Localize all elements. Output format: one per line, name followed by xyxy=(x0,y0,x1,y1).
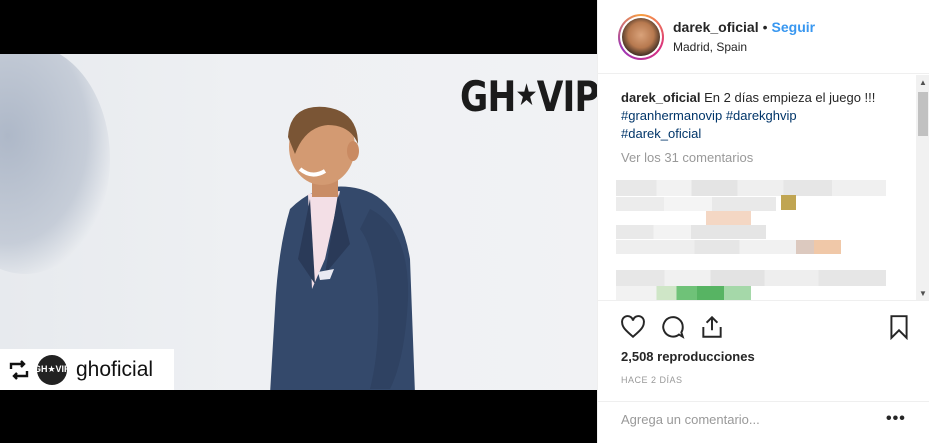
more-options-icon[interactable]: ••• xyxy=(886,410,906,428)
heart-icon[interactable] xyxy=(620,314,646,340)
comments-scrollbar[interactable]: ▲ ▼ xyxy=(916,75,929,300)
repost-avatar: GH★VIP xyxy=(34,354,70,385)
action-bar: 2,508 reproducciones HACE 2 DÍAS xyxy=(598,300,929,412)
hashtag-link[interactable]: #darek_oficial xyxy=(621,126,701,141)
location-link[interactable]: Madrid, Spain xyxy=(673,40,747,54)
play-count[interactable]: 2,508 reproducciones xyxy=(621,349,755,364)
comment-icon[interactable] xyxy=(660,314,686,340)
video-frame[interactable]: GH★VIP xyxy=(0,54,597,390)
repost-badge[interactable]: GH★VIP ghoficial xyxy=(0,349,174,390)
caption-username[interactable]: darek_oficial xyxy=(621,90,701,105)
repost-account-name: ghoficial xyxy=(76,357,154,381)
scroll-thumb[interactable] xyxy=(918,92,928,136)
follow-button[interactable]: Seguir xyxy=(772,19,816,35)
scroll-down-arrow-icon[interactable]: ▼ xyxy=(916,286,929,300)
post-side-panel: darek_oficial • Seguir Madrid, Spain darek… xyxy=(597,0,929,443)
comment-input[interactable] xyxy=(621,412,871,427)
bookmark-icon[interactable] xyxy=(886,314,912,341)
post-time[interactable]: HACE 2 DÍAS xyxy=(621,375,683,385)
hashtag-link[interactable]: #darekghvip xyxy=(726,108,797,123)
repost-icon xyxy=(6,357,32,383)
person-in-suit xyxy=(270,106,415,390)
username-link[interactable]: darek_oficial xyxy=(673,19,759,35)
user-avatar[interactable] xyxy=(618,14,664,60)
add-comment-bar: ••• xyxy=(598,401,929,443)
view-all-comments-link[interactable]: Ver los 31 comentarios xyxy=(621,150,753,165)
blurred-foreground xyxy=(0,54,110,274)
scroll-up-arrow-icon[interactable]: ▲ xyxy=(916,75,929,89)
gh-vip-logo: GH★VIP xyxy=(460,72,597,121)
caption: darek_oficial En 2 días empieza el juego… xyxy=(621,89,911,143)
caption-text: En 2 días empieza el juego !!! xyxy=(704,90,876,105)
post-header: darek_oficial • Seguir Madrid, Spain xyxy=(598,0,929,74)
user-line: darek_oficial • Seguir xyxy=(673,19,815,35)
separator-dot: • xyxy=(762,19,768,35)
comments-area: darek_oficial En 2 días empieza el juego… xyxy=(598,75,929,300)
avatar-photo xyxy=(622,18,660,56)
share-icon[interactable] xyxy=(699,314,725,340)
hashtag-link[interactable]: #granhermanovip xyxy=(621,108,722,123)
post-media[interactable]: GH★VIP GH★VIP ghoficial xyxy=(0,0,597,443)
